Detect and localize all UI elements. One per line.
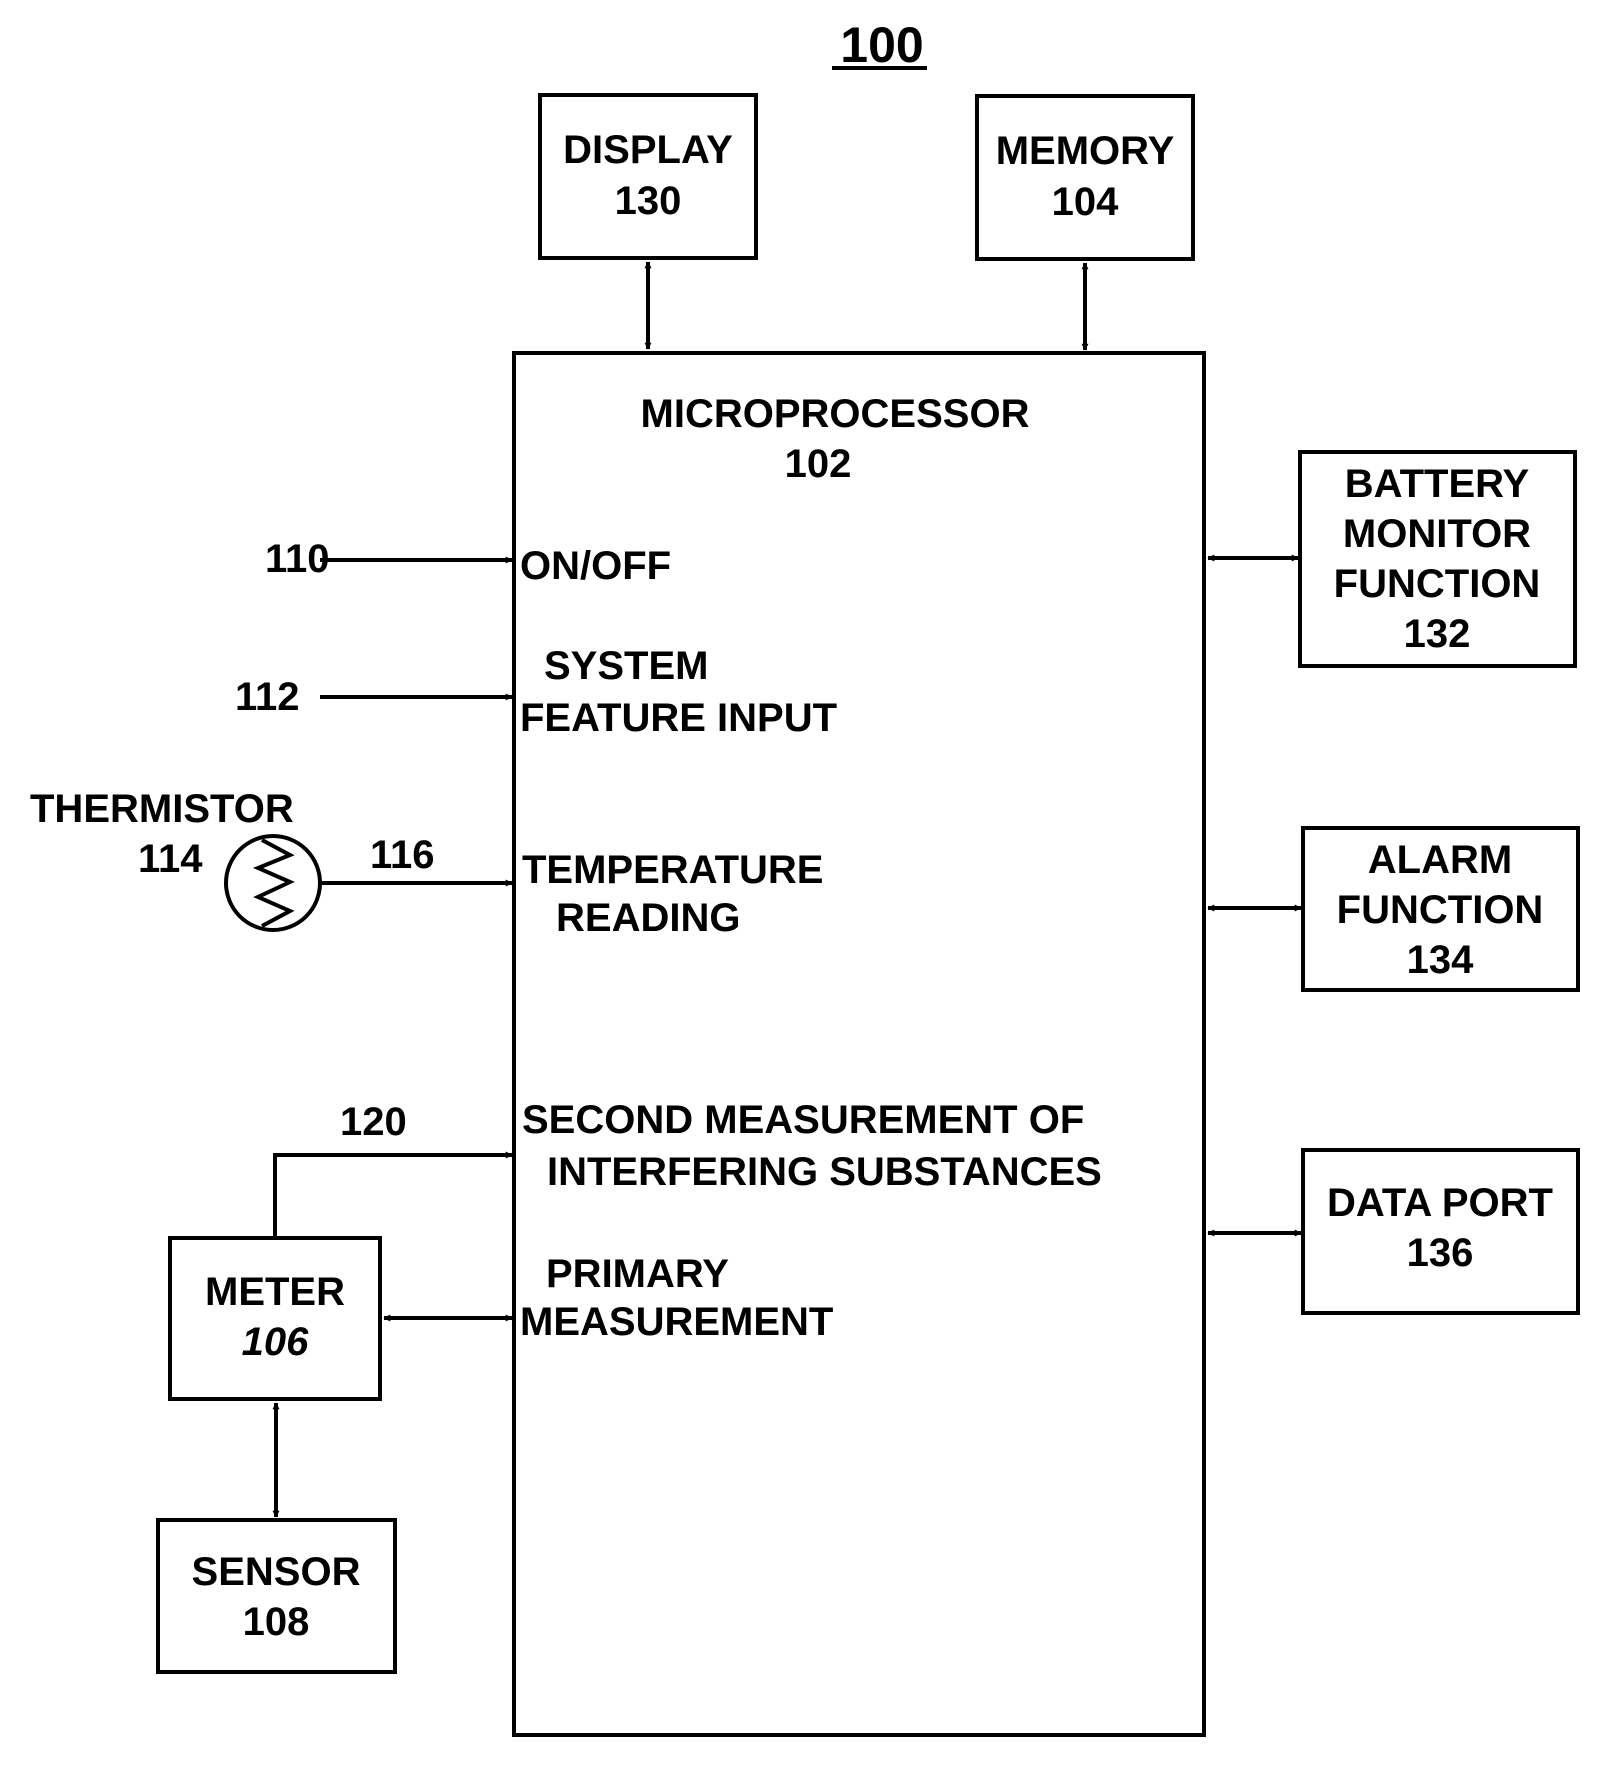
data-port-block: DATA PORT 136 <box>1301 1148 1580 1315</box>
thermistor-label: THERMISTOR <box>30 787 294 831</box>
battery-monitor-ref: 132 <box>1404 612 1471 656</box>
thermistor: THERMISTOR 114 <box>30 787 322 932</box>
system-feature-label-1: SYSTEM <box>544 644 708 688</box>
second-measurement-arrow <box>273 1151 513 1238</box>
memory-box <box>975 94 1195 261</box>
primary-measurement-label-1: PRIMARY <box>546 1252 729 1296</box>
sensor-block: SENSOR 108 <box>156 1518 397 1674</box>
battery-monitor-block: BATTERY MONITOR FUNCTION 132 <box>1298 450 1577 668</box>
sensor-box <box>156 1518 397 1674</box>
memory-block: MEMORY 104 <box>975 94 1195 261</box>
alarm-label-1: ALARM <box>1368 838 1512 882</box>
on-off-signal-ref: 110 <box>265 537 330 581</box>
microprocessor-ref: 102 <box>785 442 852 486</box>
meter-ref: 106 <box>242 1320 309 1364</box>
temperature-signal-ref: 116 <box>370 833 435 877</box>
second-measurement-label-2: INTERFERING SUBSTANCES <box>547 1150 1102 1194</box>
alarm-block: ALARM FUNCTION 134 <box>1301 826 1580 992</box>
display-label: DISPLAY <box>563 128 733 172</box>
thermistor-symbol-icon <box>224 834 322 932</box>
memory-ref: 104 <box>1052 180 1119 224</box>
figure-number: 100 <box>840 17 923 73</box>
battery-monitor-label-2: MONITOR <box>1343 512 1531 556</box>
data-port-ref: 136 <box>1407 1231 1474 1275</box>
display-box <box>538 93 758 260</box>
on-off-input-label: ON/OFF <box>520 544 671 588</box>
microprocessor-label: MICROPROCESSOR <box>641 392 1030 436</box>
block-diagram: 100 DISPLAY 130 MEMORY 104 MICROPROCESSO… <box>30 17 1580 1737</box>
display-ref: 130 <box>615 179 682 223</box>
system-feature-label-2: FEATURE INPUT <box>520 696 837 740</box>
alarm-ref: 134 <box>1407 938 1474 982</box>
system-feature-signal-ref: 112 <box>235 675 300 719</box>
temperature-label-2: READING <box>556 896 740 940</box>
data-port-label: DATA PORT <box>1327 1181 1553 1225</box>
second-measurement-label-1: SECOND MEASUREMENT OF <box>522 1098 1084 1142</box>
primary-measurement-label-2: MEASUREMENT <box>520 1300 833 1344</box>
display-block: DISPLAY 130 <box>538 93 758 260</box>
sensor-ref: 108 <box>243 1600 310 1644</box>
meter-box <box>168 1236 382 1401</box>
battery-monitor-label-3: FUNCTION <box>1334 562 1541 606</box>
second-measurement-signal-ref: 120 <box>340 1100 407 1144</box>
alarm-label-2: FUNCTION <box>1337 888 1544 932</box>
sensor-label: SENSOR <box>192 1550 361 1594</box>
meter-label: METER <box>205 1270 345 1314</box>
temperature-label-1: TEMPERATURE <box>522 848 823 892</box>
meter-block: METER 106 <box>168 1236 382 1401</box>
battery-monitor-label-1: BATTERY <box>1345 462 1530 506</box>
microprocessor-block: MICROPROCESSOR 102 ON/OFF SYSTEM FEATURE… <box>512 351 1206 1737</box>
memory-label: MEMORY <box>996 129 1175 173</box>
thermistor-ref: 114 <box>138 837 203 881</box>
